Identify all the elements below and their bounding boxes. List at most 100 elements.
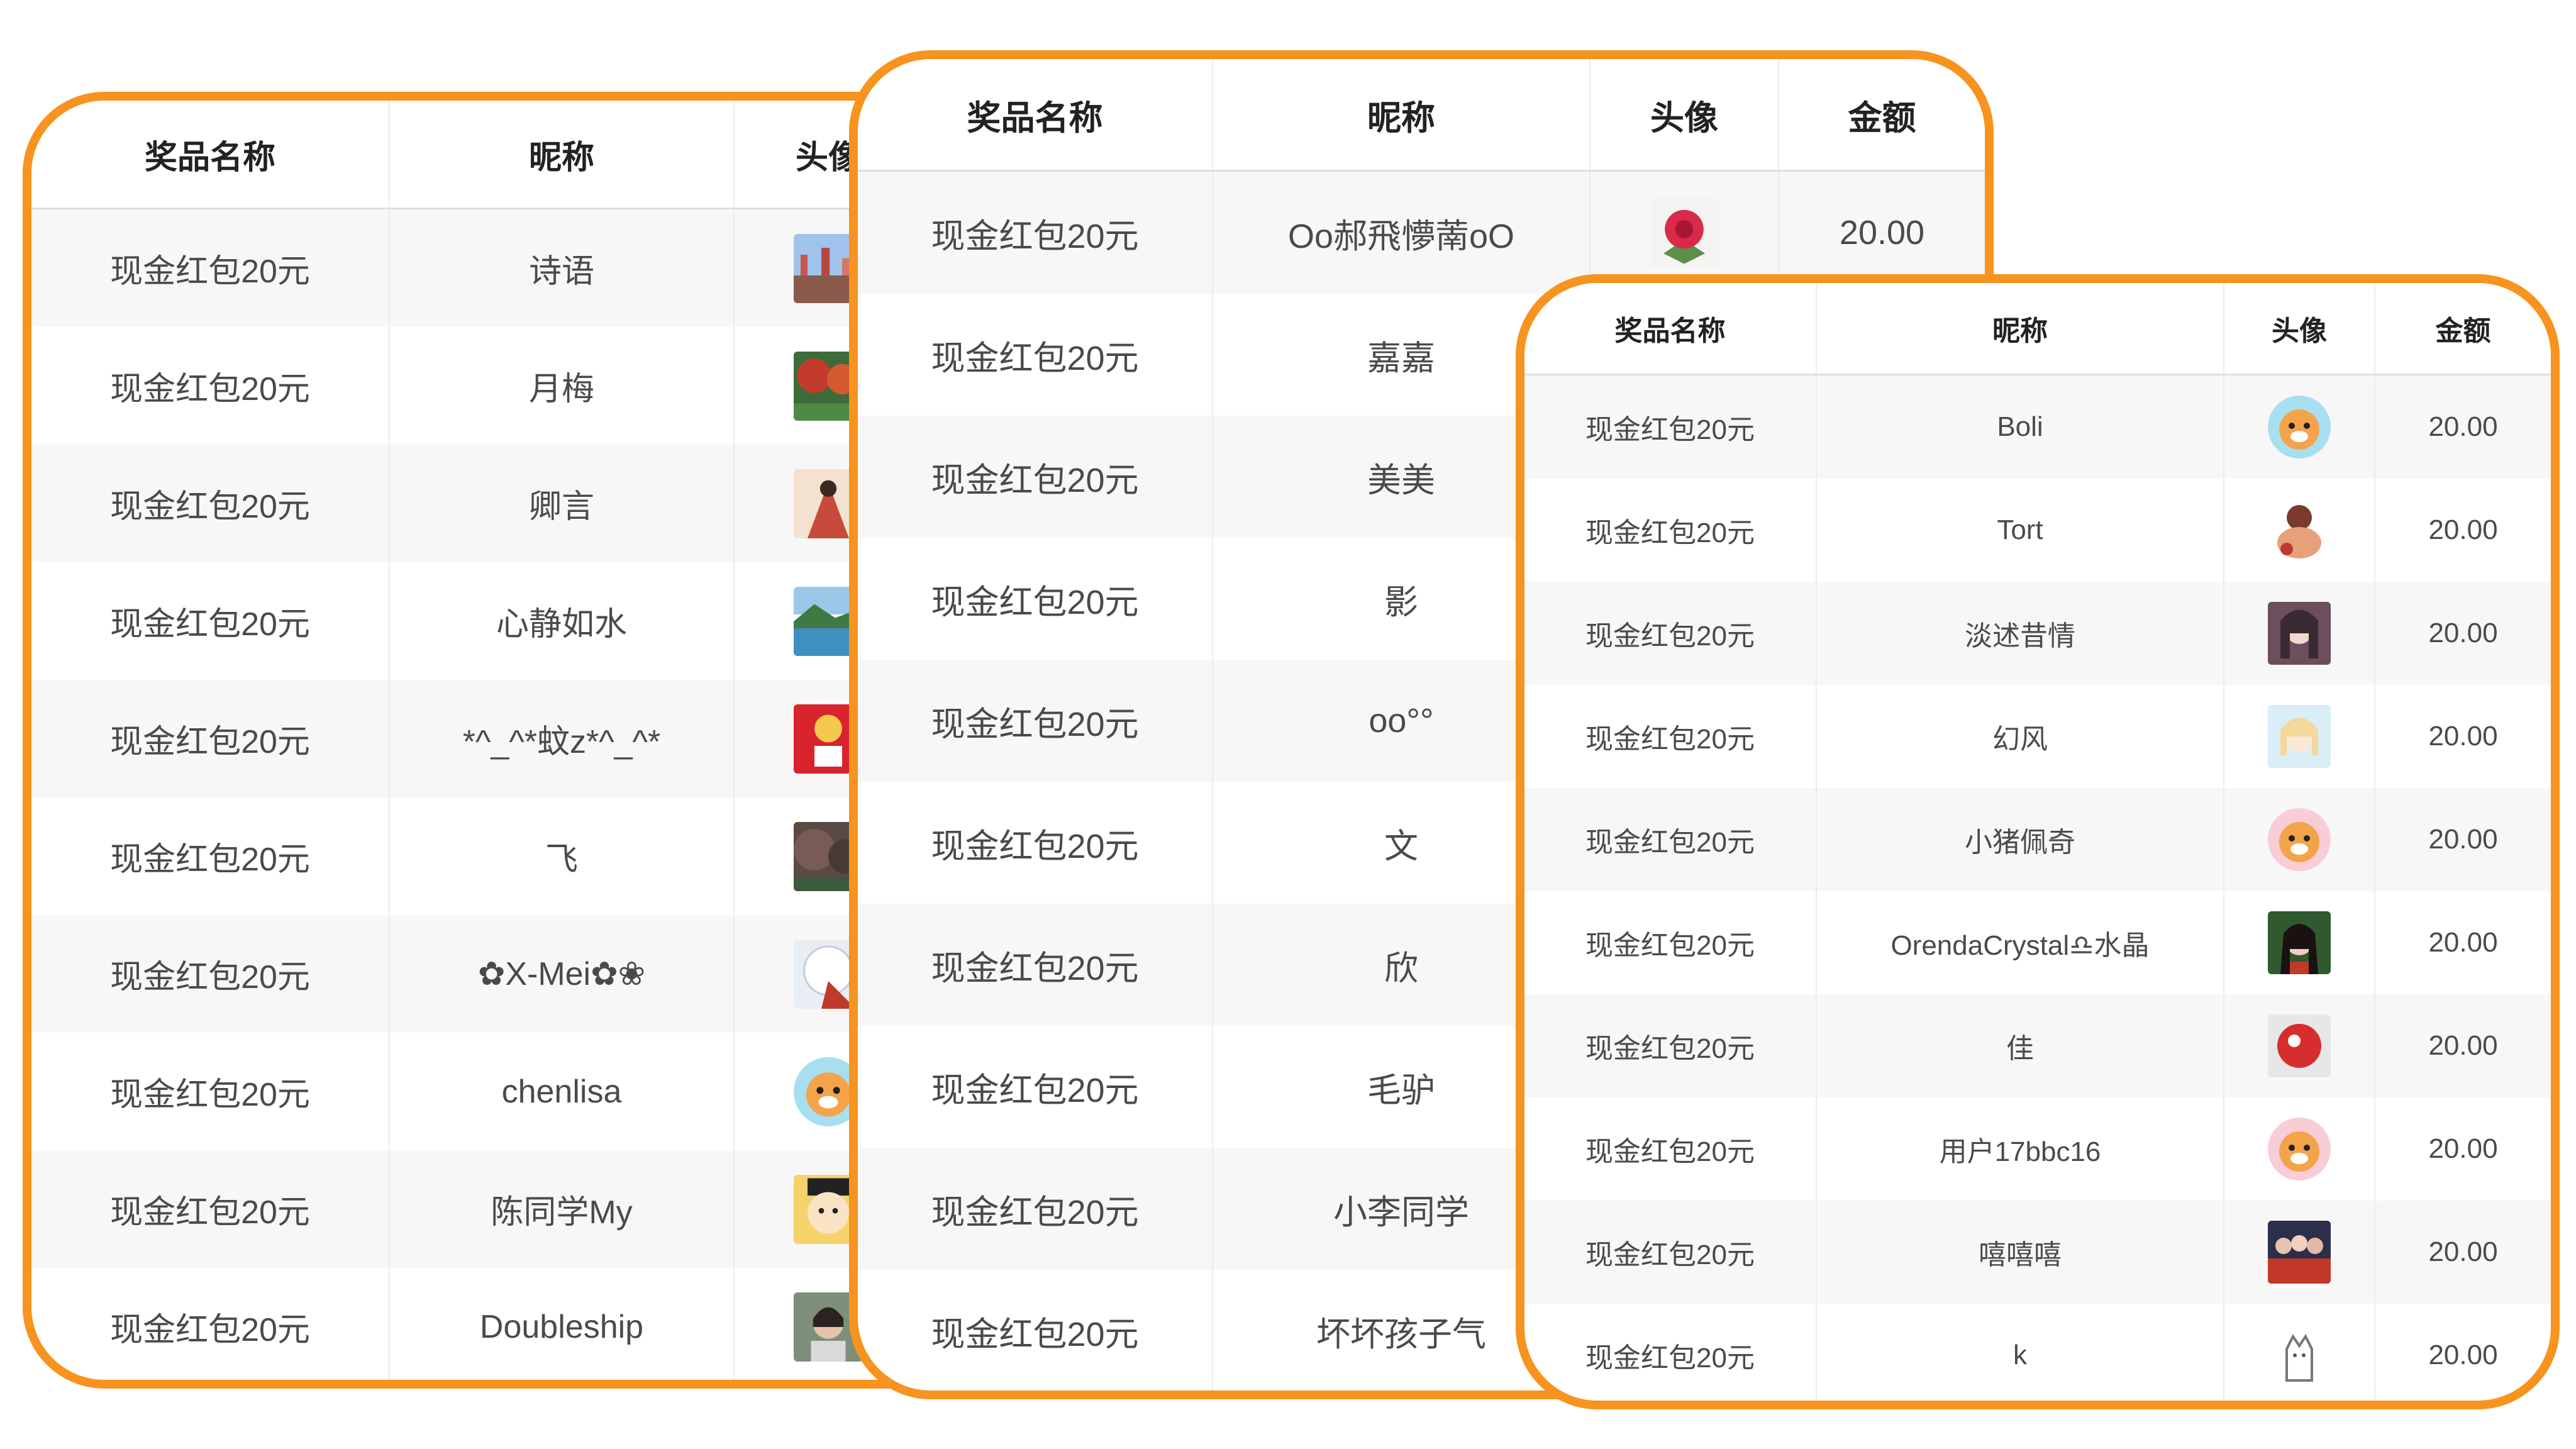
nickname-cell: Doubleship — [389, 1268, 734, 1380]
table-row: 现金红包20元 心静如水 — [31, 562, 957, 680]
winners-table-card-1: 奖品名称 昵称 头像 金额 现金红包20元 诗语 现金红包20元 月梅 现金红包… — [23, 92, 966, 1389]
rose-flower-icon — [1650, 198, 1719, 267]
nickname-cell: 诗语 — [389, 208, 734, 327]
prize-cell: 现金红包20元 — [931, 1315, 1139, 1353]
table-row: 现金红包20元 *^_^*蚊z*^_^* — [31, 680, 957, 797]
prize-cell: 现金红包20元 — [31, 1150, 389, 1268]
nickname-cell: 幻风 — [1816, 685, 2224, 788]
avatar-cell — [2223, 1304, 2375, 1401]
prize-cell: 现金红包20元 — [110, 841, 310, 878]
column-header-avatar: 头像 — [1589, 59, 1779, 172]
cartoon-character-icon — [2268, 499, 2331, 562]
column-header-prize: 奖品名称 — [1524, 283, 1816, 375]
column-header-avatar: 头像 — [2223, 283, 2375, 375]
amount-cell: 20.00 — [2374, 582, 2551, 685]
nickname-cell: 小猪佩奇 — [1816, 788, 2224, 891]
prize-cell: 现金红包20元 — [110, 1312, 310, 1348]
avatar-cell — [2223, 1201, 2375, 1304]
nickname-cell: Boli — [1816, 374, 2224, 479]
red-ball-icon — [2268, 1014, 2331, 1077]
prize-cell: 现金红包20元 — [858, 904, 1213, 1026]
winners-table-card-3: 奖品名称 昵称 头像 金额 现金红包20元 Boli 20.00 现金红包20元… — [1516, 274, 2560, 1409]
prize-cell: 现金红包20元 — [931, 339, 1139, 377]
cat-sketch-icon — [2268, 1324, 2331, 1387]
hamster-cartoon-pink-icon — [2268, 1118, 2331, 1180]
nickname-cell: 佳 — [1816, 994, 2224, 1097]
column-header-nickname: 昵称 — [389, 101, 734, 209]
nickname-cell: 嘻嘻嘻 — [1816, 1201, 2224, 1304]
group-photo-icon — [2268, 1221, 2331, 1284]
avatar-cell — [2223, 1097, 2375, 1201]
table-row: 现金红包20元 幻风 20.00 — [1524, 685, 2551, 788]
table-row: 现金红包20元 Tort 20.00 — [1524, 479, 2551, 582]
nickname-cell: *^_^*蚊z*^_^* — [389, 680, 734, 797]
column-header-amount: 金额 — [1778, 59, 1985, 172]
prize-cell: 现金红包20元 — [110, 606, 310, 643]
avatar-cell — [2223, 788, 2375, 891]
amount-cell: 20.00 — [2374, 1097, 2551, 1201]
hamster-cartoon-pink-icon — [2268, 808, 2331, 871]
avatar-cell — [2223, 374, 2375, 479]
amount-cell: 20.00 — [2374, 685, 2551, 788]
nickname-cell: OrendaCrystal♎水晶 — [1816, 891, 2224, 994]
prize-cell: 现金红包20元 — [31, 680, 389, 797]
table-header-row: 奖品名称 昵称 头像 金额 — [1524, 283, 2551, 375]
prize-cell: 现金红包20元 — [1585, 1343, 1755, 1374]
prize-cell: 现金红包20元 — [1585, 1136, 1755, 1167]
hamster-cartoon-icon — [2268, 396, 2331, 458]
column-header-amount: 金额 — [2374, 283, 2551, 375]
amount-cell: 20.00 — [2374, 1304, 2551, 1401]
nickname-cell: Tort — [1816, 479, 2224, 582]
column-header-nickname: 昵称 — [1212, 59, 1590, 172]
table-row: 现金红包20元 用户17bbc16 20.00 — [1524, 1097, 2551, 1201]
table-header-row: 奖品名称 昵称 头像 金额 — [31, 101, 957, 209]
amount-cell: 20.00 — [2374, 891, 2551, 994]
nickname-cell: 飞 — [389, 797, 734, 915]
prize-cell: 现金红包20元 — [858, 1148, 1213, 1270]
table-header-row: 奖品名称 昵称 头像 金额 — [858, 59, 1985, 172]
prize-cell: 现金红包20元 — [1524, 374, 1816, 479]
column-header-prize: 奖品名称 — [858, 59, 1213, 172]
nickname-cell: 用户17bbc16 — [1816, 1097, 2224, 1201]
avatar-cell — [2223, 994, 2375, 1097]
prize-cell: 现金红包20元 — [110, 1077, 310, 1113]
prize-cell: 现金红包20元 — [1524, 994, 1816, 1097]
amount-cell: 20.00 — [2374, 994, 2551, 1097]
nickname-cell: chenlisa — [389, 1033, 734, 1150]
table-row: 现金红包20元 佳 20.00 — [1524, 994, 2551, 1097]
table-row: 现金红包20元 飞 — [31, 797, 957, 915]
table-row: 现金红包20元 卿言 — [31, 445, 957, 562]
avatar-cell — [2223, 891, 2375, 994]
prize-cell: 现金红包20元 — [31, 915, 389, 1033]
dark-hair-girl-icon — [2268, 911, 2331, 974]
avatar-cell — [2223, 685, 2375, 788]
amount-cell: 20.00 — [2374, 788, 2551, 891]
prize-cell: 现金红包20元 — [31, 445, 389, 562]
table-row: 现金红包20元 chenlisa — [31, 1033, 957, 1150]
prize-cell: 现金红包20元 — [1585, 724, 1755, 755]
prize-cell: 现金红包20元 — [858, 170, 1213, 294]
prize-cell: 现金红包20元 — [1524, 582, 1816, 685]
prize-cell: 现金红包20元 — [31, 208, 389, 327]
nickname-cell: ✿X-Mei✿❀ — [389, 915, 734, 1033]
amount-cell: 20.00 — [2374, 374, 2551, 479]
nickname-cell: 陈同学My — [389, 1150, 734, 1268]
prize-cell: 现金红包20元 — [1524, 1201, 1816, 1304]
avatar-cell — [2223, 582, 2375, 685]
table-row: 现金红包20元 诗语 — [31, 208, 957, 327]
column-header-prize: 奖品名称 — [31, 101, 389, 209]
prize-cell: 现金红包20元 — [1585, 518, 1755, 548]
table-row: 现金红包20元 月梅 — [31, 327, 957, 445]
prize-cell: 现金红包20元 — [931, 1071, 1139, 1109]
table-row: 现金红包20元 小猪佩奇 20.00 — [1524, 788, 2551, 891]
table-row: 现金红包20元 k 20.00 — [1524, 1304, 2551, 1401]
prize-cell: 现金红包20元 — [1524, 788, 1816, 891]
prize-cell: 现金红包20元 — [931, 583, 1139, 621]
nickname-cell: 淡述昔情 — [1816, 582, 2224, 685]
anime-girl-light-icon — [2268, 705, 2331, 768]
table-row: 现金红包20元 OrendaCrystal♎水晶 20.00 — [1524, 891, 2551, 994]
prize-cell: 现金红包20元 — [1585, 930, 1755, 961]
nickname-cell: Oo郝飛懜萳oO — [1212, 170, 1590, 294]
table-row: 现金红包20元 淡述昔情 20.00 — [1524, 582, 2551, 685]
nickname-cell: 卿言 — [389, 445, 734, 562]
